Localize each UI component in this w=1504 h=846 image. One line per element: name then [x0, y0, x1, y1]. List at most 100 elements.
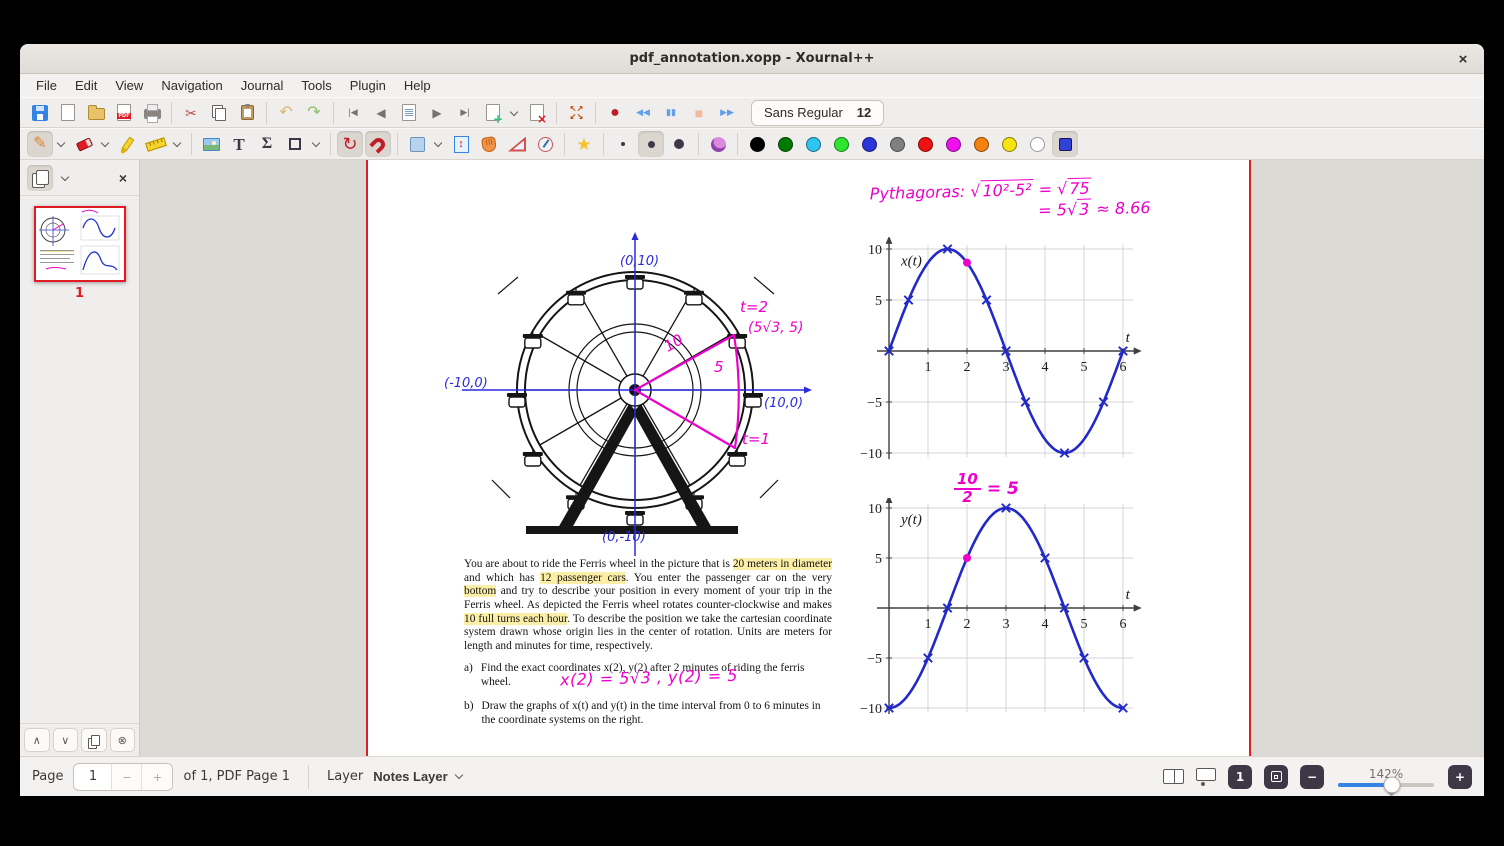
compass-tool-icon[interactable] [532, 131, 558, 157]
last-page-icon[interactable]: ▶| [452, 100, 478, 126]
fill-tool-icon[interactable] [705, 131, 731, 157]
zoom-out-button[interactable]: − [1300, 764, 1324, 789]
svg-text:1: 1 [925, 360, 932, 375]
color-swatch-green[interactable] [772, 131, 798, 157]
menu-view[interactable]: View [107, 76, 151, 95]
eraser-options-chevron-icon[interactable] [99, 132, 113, 156]
window-close-button[interactable]: × [1452, 48, 1474, 70]
color-swatch-white[interactable] [1024, 131, 1050, 157]
print-icon[interactable] [139, 100, 165, 126]
ruler-options-chevron-icon[interactable] [171, 132, 185, 156]
new-document-icon[interactable] [55, 100, 81, 126]
svg-text:4: 4 [1042, 360, 1049, 375]
sidebar: × 1 ∧ ∨ ⊗ [20, 160, 140, 756]
page-increment-button[interactable]: + [142, 763, 173, 790]
pause-icon[interactable]: ▮▮ [658, 100, 684, 126]
export-pdf-icon[interactable] [111, 100, 137, 126]
page-decrement-button[interactable]: − [112, 763, 143, 790]
next-page-icon[interactable]: ▶ [424, 100, 450, 126]
zoom-slider-thumb[interactable] [1383, 776, 1401, 793]
previous-page-icon[interactable]: ◀ [368, 100, 394, 126]
thickness-thick-icon[interactable] [666, 131, 692, 157]
shape-tool-icon[interactable] [282, 131, 308, 157]
menu-journal[interactable]: Journal [233, 76, 292, 95]
menu-tools[interactable]: Tools [293, 76, 339, 95]
pdf-page[interactable]: Pythagoras: √10²-5² = √75 = 5√3 ≈ 8.66 (… [366, 160, 1251, 756]
page-thumbnail[interactable] [33, 206, 126, 282]
previous-annotated-page-button[interactable]: ∧ [24, 728, 50, 752]
image-tool-icon[interactable] [198, 131, 224, 157]
math-tex-tool-icon[interactable]: Σ [254, 131, 280, 157]
sqrt-sign: √ [1056, 179, 1068, 199]
copy-icon[interactable] [206, 100, 232, 126]
delete-page-icon[interactable] [524, 100, 550, 126]
zoom-slider[interactable] [1338, 776, 1434, 793]
close-page-button[interactable]: ⊗ [109, 728, 135, 752]
color-swatch-gray[interactable] [884, 131, 910, 157]
dual-page-view-button[interactable] [1163, 769, 1184, 784]
select-region-icon[interactable] [404, 131, 430, 157]
save-icon[interactable] [27, 100, 53, 126]
thickness-fine-icon[interactable] [610, 131, 636, 157]
sidebar-close-icon[interactable]: × [113, 170, 133, 186]
text-tool-icon[interactable]: T [226, 131, 252, 157]
font-selector-button[interactable]: Sans Regular 12 [751, 99, 885, 126]
snap-grid-magnet-icon[interactable] [365, 131, 391, 157]
color-swatch-blue[interactable] [856, 131, 882, 157]
add-page-dropdown-icon[interactable] [508, 101, 522, 125]
stop-icon[interactable]: ■ [686, 100, 712, 126]
presentation-mode-button[interactable] [1196, 768, 1216, 786]
layer-dropdown[interactable]: Notes Layer [373, 769, 463, 784]
open-folder-icon[interactable] [83, 100, 109, 126]
menu-edit[interactable]: Edit [67, 76, 105, 95]
color-swatch-black[interactable] [744, 131, 770, 157]
cut-icon[interactable]: ✂ [178, 100, 204, 126]
select-options-chevron-icon[interactable] [432, 132, 446, 156]
eraser-tool-icon[interactable] [71, 131, 97, 157]
color-swatch-lime[interactable] [828, 131, 854, 157]
vertical-space-tool-icon[interactable] [448, 131, 474, 157]
pen-options-chevron-icon[interactable] [55, 132, 69, 156]
paste-icon[interactable] [234, 100, 260, 126]
layer-chevron-icon [454, 770, 463, 780]
fullscreen-icon[interactable] [563, 100, 589, 126]
add-page-icon[interactable] [480, 100, 506, 126]
zoom-fit-button[interactable] [1264, 764, 1288, 789]
menu-file[interactable]: File [28, 76, 65, 95]
color-swatch-magenta[interactable] [940, 131, 966, 157]
sidebar-dropdown-chevron-icon[interactable] [59, 166, 73, 190]
first-page-icon[interactable]: |◀ [340, 100, 366, 126]
next-annotated-page-button[interactable]: ∨ [52, 728, 78, 752]
fast-forward-icon[interactable]: ▶▶ [714, 100, 740, 126]
record-icon[interactable]: ● [602, 100, 628, 126]
sidebar-pages-tab-button[interactable] [27, 164, 53, 191]
shape-options-chevron-icon[interactable] [310, 132, 324, 156]
thickness-medium-icon[interactable] [638, 131, 664, 157]
zoom-100-button[interactable]: 1 [1228, 764, 1252, 789]
color-swatch-red[interactable] [912, 131, 938, 157]
menu-help[interactable]: Help [396, 76, 439, 95]
rewind-icon[interactable]: ◀◀ [630, 100, 656, 126]
shape-recognizer-icon[interactable]: ★ [571, 131, 597, 157]
menu-plugin[interactable]: Plugin [342, 76, 394, 95]
color-swatch-yellow[interactable] [996, 131, 1022, 157]
wheel-label-point: (5√3, 5) [748, 320, 804, 336]
snap-rotation-icon[interactable]: ↻ [337, 131, 363, 157]
menu-navigation[interactable]: Navigation [153, 76, 230, 95]
ruler-tool-icon[interactable] [143, 131, 169, 157]
titlebar[interactable]: pdf_annotation.xopp - Xournal++ × [20, 44, 1484, 74]
color-swatch-cyan[interactable] [800, 131, 826, 157]
pen-tool-icon[interactable]: ✎ [27, 131, 53, 157]
color-swatch-orange[interactable] [968, 131, 994, 157]
zoom-in-button[interactable]: + [1448, 764, 1472, 789]
undo-icon[interactable]: ↶ [273, 100, 299, 126]
redo-icon[interactable]: ↷ [301, 100, 327, 126]
duplicate-page-button[interactable] [81, 728, 107, 752]
page-preview-icon[interactable] [396, 100, 422, 126]
setsquare-tool-icon[interactable] [504, 131, 530, 157]
color-picker-icon[interactable] [1052, 131, 1078, 157]
document-canvas[interactable]: Pythagoras: √10²-5² = √75 = 5√3 ≈ 8.66 (… [140, 160, 1484, 756]
page-number-input[interactable]: 1 [74, 763, 113, 790]
highlighter-tool-icon[interactable] [115, 131, 141, 157]
hand-tool-icon[interactable] [476, 131, 502, 157]
